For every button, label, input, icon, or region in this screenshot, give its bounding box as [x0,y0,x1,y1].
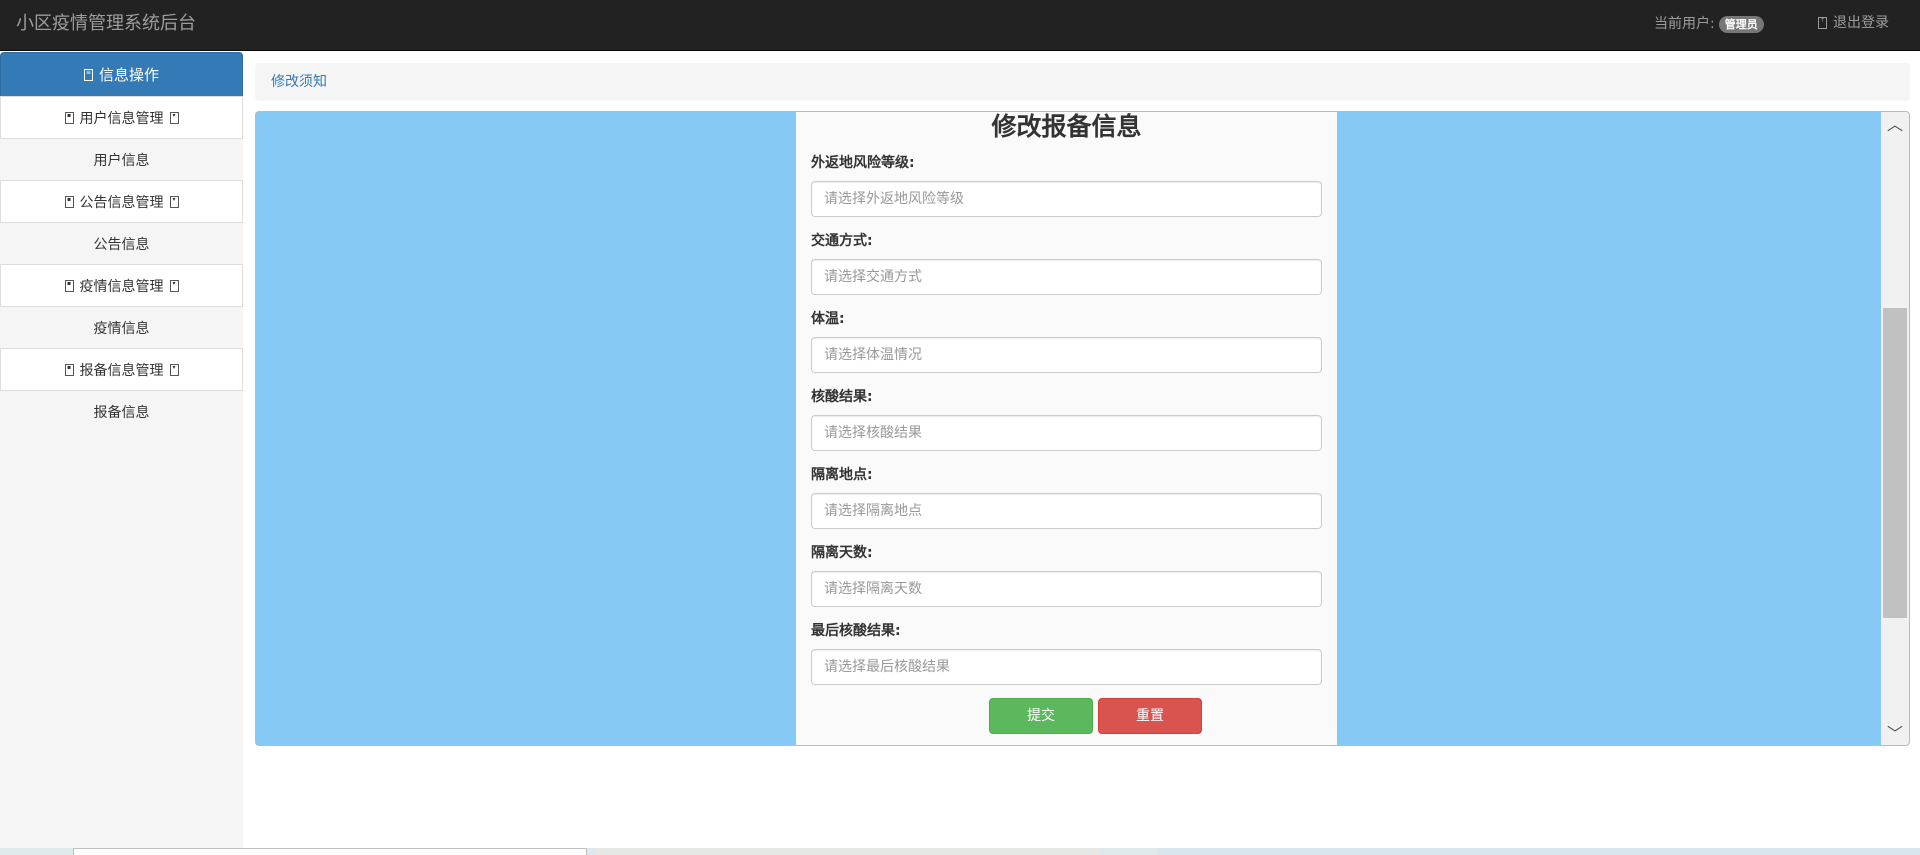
user-role-badge: 管理员 [1718,15,1764,33]
form-field-quarantine-days: 隔离天数: 请选择隔离天数 [811,544,1322,607]
submit-button[interactable]: 提交 [989,698,1093,734]
chevron-down-icon: ▾ [169,279,179,292]
quarantine-days-input[interactable]: 请选择隔离天数 [811,571,1322,607]
frame-viewport: 修改报备信息 外返地风险等级: 请选择外返地风险等级 交通方式: 请选择交通方式… [256,112,1881,745]
nucleic-result-input[interactable]: 请选择核酸结果 [811,415,1322,451]
form-field-risk-level: 外返地风险等级: 请选择外返地风险等级 [811,154,1322,217]
form-title: 修改报备信息 [991,112,1142,141]
frame-scrollbar[interactable]: ︿ ﹀ [1881,112,1909,745]
sidebar-group-report[interactable]: ▪ 报备信息管理 ▾ [0,348,243,391]
logout-label: 退出登录 [1833,15,1889,31]
sidebar-item-notice-info[interactable]: 公告信息 [0,223,243,265]
chevron-down-icon: ▾ [169,195,179,208]
form-field-temperature: 体温: 请选择体温情况 [811,310,1322,373]
field-label: 体温: [811,311,845,327]
temperature-input[interactable]: 请选择体温情况 [811,337,1322,373]
breadcrumb: 修改须知 [255,63,1910,101]
file-icon: ▪ [64,111,74,124]
chevron-down-icon: ▾ [169,363,179,376]
scrollbar-thumb[interactable] [1883,308,1907,618]
sidebar-group-label: 疫情信息管理 [79,278,164,295]
top-navbar: 小区疫情管理系统后台 当前用户: 管理员 ↑ 退出登录 [0,0,1920,51]
background-panel [73,848,587,855]
chevron-down-icon[interactable]: ﹀ [1881,723,1909,745]
sidebar-group-user[interactable]: ▪ 用户信息管理 ▾ [0,96,243,139]
sidebar-group-label: 用户信息管理 [79,110,164,127]
list-icon: ≡ [83,68,93,81]
form-field-transport: 交通方式: 请选择交通方式 [811,232,1322,295]
chevron-up-icon[interactable]: ︿ [1881,114,1909,136]
file-icon: ▪ [64,195,74,208]
field-label: 最后核酸结果: [811,623,901,639]
form-field-nucleic-result: 核酸结果: 请选择核酸结果 [811,388,1322,451]
log-out-icon: ↑ [1818,17,1827,29]
risk-level-input[interactable]: 请选择外返地风险等级 [811,181,1322,217]
current-user: 当前用户: 管理员 [1654,15,1764,33]
sidebar-group-notice[interactable]: ▪ 公告信息管理 ▾ [0,180,243,223]
transport-input[interactable]: 请选择交通方式 [811,259,1322,295]
sidebar-item-report-info[interactable]: 报备信息 [0,391,243,433]
field-label: 外返地风险等级: [811,155,915,171]
quarantine-place-input[interactable]: 请选择隔离地点 [811,493,1322,529]
final-nucleic-result-input[interactable]: 请选择最后核酸结果 [811,649,1322,685]
field-label: 隔离地点: [811,467,873,483]
current-user-label: 当前用户: [1654,16,1715,32]
file-icon: ▪ [64,363,74,376]
field-label: 隔离天数: [811,545,873,561]
app-title[interactable]: 小区疫情管理系统后台 [16,12,196,36]
sidebar-item-user-info[interactable]: 用户信息 [0,139,243,181]
logout-link[interactable]: ↑ 退出登录 [1818,14,1889,32]
form-field-quarantine-place: 隔离地点: 请选择隔离地点 [811,466,1322,529]
field-label: 核酸结果: [811,389,873,405]
field-label: 交通方式: [811,233,873,249]
background-segment [1158,848,1920,855]
sidebar-item-epidemic-info[interactable]: 疫情信息 [0,307,243,349]
sidebar-group-label: 报备信息管理 [79,362,164,379]
reset-button[interactable]: 重置 [1098,698,1202,734]
background-segment [595,848,1100,855]
content-frame: 修改报备信息 外返地风险等级: 请选择外返地风险等级 交通方式: 请选择交通方式… [255,111,1910,746]
sidebar-header-label: 信息操作 [98,66,159,84]
edit-report-form: 修改报备信息 外返地风险等级: 请选择外返地风险等级 交通方式: 请选择交通方式… [796,112,1337,745]
sidebar-group-label: 公告信息管理 [79,194,164,211]
sidebar: ≡ 信息操作 ▪ 用户信息管理 ▾ 用户信息 ▪ 公告信息管理 ▾ 公告信息 ▪… [0,52,243,855]
chevron-down-icon: ▾ [169,111,179,124]
file-icon: ▪ [64,279,74,292]
form-field-final-nucleic-result: 最后核酸结果: 请选择最后核酸结果 [811,622,1322,685]
sidebar-header[interactable]: ≡ 信息操作 [0,52,243,97]
sidebar-group-epidemic[interactable]: ▪ 疫情信息管理 ▾ [0,264,243,307]
breadcrumb-link[interactable]: 修改须知 [271,74,327,90]
